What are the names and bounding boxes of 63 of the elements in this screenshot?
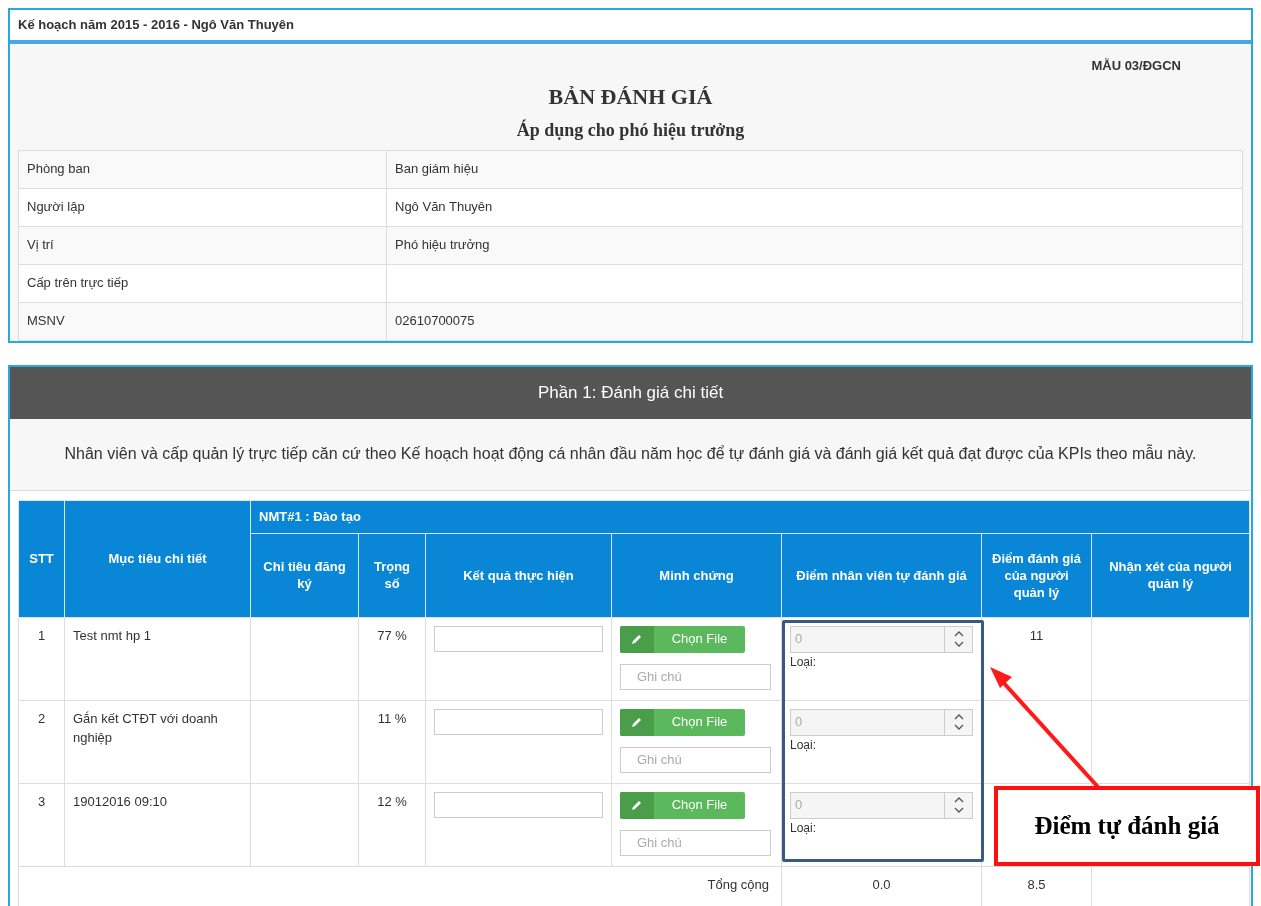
row-number: 2 [37, 710, 46, 726]
column-header: Điểm nhân viên tự đánh giá [796, 567, 967, 583]
pencil-icon [631, 633, 643, 645]
form-subtitle: Áp dụng cho phó hiệu trưởng [516, 118, 745, 142]
self-score-total: 0.0 [872, 876, 891, 892]
result-input[interactable] [434, 625, 603, 652]
result-input[interactable] [434, 791, 603, 818]
group-header: NMT#1 : Đào tạo [259, 508, 361, 524]
column-header: Chỉ tiêu đăng ký [263, 559, 346, 591]
note-input[interactable]: Ghi chú [620, 829, 771, 856]
score-input[interactable]: 0 [790, 625, 945, 653]
note-input[interactable]: Ghi chú [620, 746, 771, 773]
field-label: Người lập [27, 199, 85, 215]
spinner-arrows-icon [953, 796, 964, 814]
form-title: BẢN ĐÁNH GIÁ [548, 82, 713, 111]
field-label: Cấp trên trực tiếp [27, 275, 129, 291]
section-description: Nhân viên và cấp quản lý trực tiếp căn cứ theo Kế hoạch hoạt động cá nhân đầu năm học để tự đánh giá và đánh giá kết quả đạt được của KPIs theo mẫu này. [64, 444, 1197, 464]
weight-value: 11 % [377, 710, 407, 726]
section-title: Phần 1: Đánh giá chi tiết [537, 381, 724, 404]
score-input[interactable]: 0 [790, 708, 945, 736]
field-label: Vị trí [27, 237, 54, 253]
score-input[interactable]: 0 [790, 791, 945, 819]
result-input[interactable] [434, 708, 603, 735]
panel-title: Kế hoạch năm 2015 - 2016 - Ngô Văn Thuyên [18, 16, 294, 35]
field-value: Phó hiệu trưởng [395, 237, 490, 253]
spinner-arrows-icon [953, 630, 964, 648]
choose-file-button[interactable]: Chọn File [620, 791, 745, 819]
type-label: Loại: [790, 653, 818, 671]
column-header: Mục tiêu chi tiết [108, 550, 207, 566]
form-code: MẪU 03/ĐGCN [1091, 57, 1181, 75]
column-header: Nhận xét của người quản lý [1109, 559, 1232, 591]
manager-score: 11 [1029, 627, 1044, 643]
note-input[interactable]: Ghi chú [620, 663, 771, 690]
pencil-icon [631, 799, 643, 811]
total-label: Tổng cộng [707, 876, 769, 892]
column-header: Kết quả thực hiện [463, 567, 574, 583]
field-value: Ngô Văn Thuyên [395, 199, 493, 215]
row-number: 3 [37, 793, 46, 809]
pencil-icon [631, 716, 643, 728]
spinner-control[interactable] [945, 625, 973, 653]
field-value: Ban giám hiệu [395, 161, 479, 177]
spinner-arrows-icon [953, 713, 964, 731]
weight-value: 12 % [377, 793, 407, 809]
column-header: Điểm đánh giá của người quản lý [992, 550, 1081, 600]
goal-text: Gắn kết CTĐT với doanh nghiệp [73, 710, 218, 745]
field-value: 02610700075 [395, 313, 475, 329]
manager-score-total: 8.5 [1027, 876, 1046, 892]
spinner-control[interactable] [945, 708, 973, 736]
row-number: 1 [37, 627, 46, 643]
choose-file-button[interactable]: Chọn File [620, 625, 745, 653]
type-label: Loại: [790, 736, 818, 754]
spinner-control[interactable] [945, 791, 973, 819]
choose-file-button[interactable]: Chọn File [620, 708, 745, 736]
weight-value: 77 % [377, 627, 407, 643]
column-header: Trọng số [373, 559, 411, 591]
callout-text: Điểm tự đánh giá [1034, 810, 1220, 841]
goal-text: Test nmt hp 1 [73, 627, 152, 643]
column-header: STT [29, 550, 54, 566]
field-label: MSNV [27, 313, 65, 329]
field-label: Phòng ban [27, 161, 90, 177]
type-label: Loại: [790, 819, 818, 837]
goal-text: 19012016 09:10 [73, 793, 167, 809]
column-header: Minh chứng [659, 567, 734, 583]
